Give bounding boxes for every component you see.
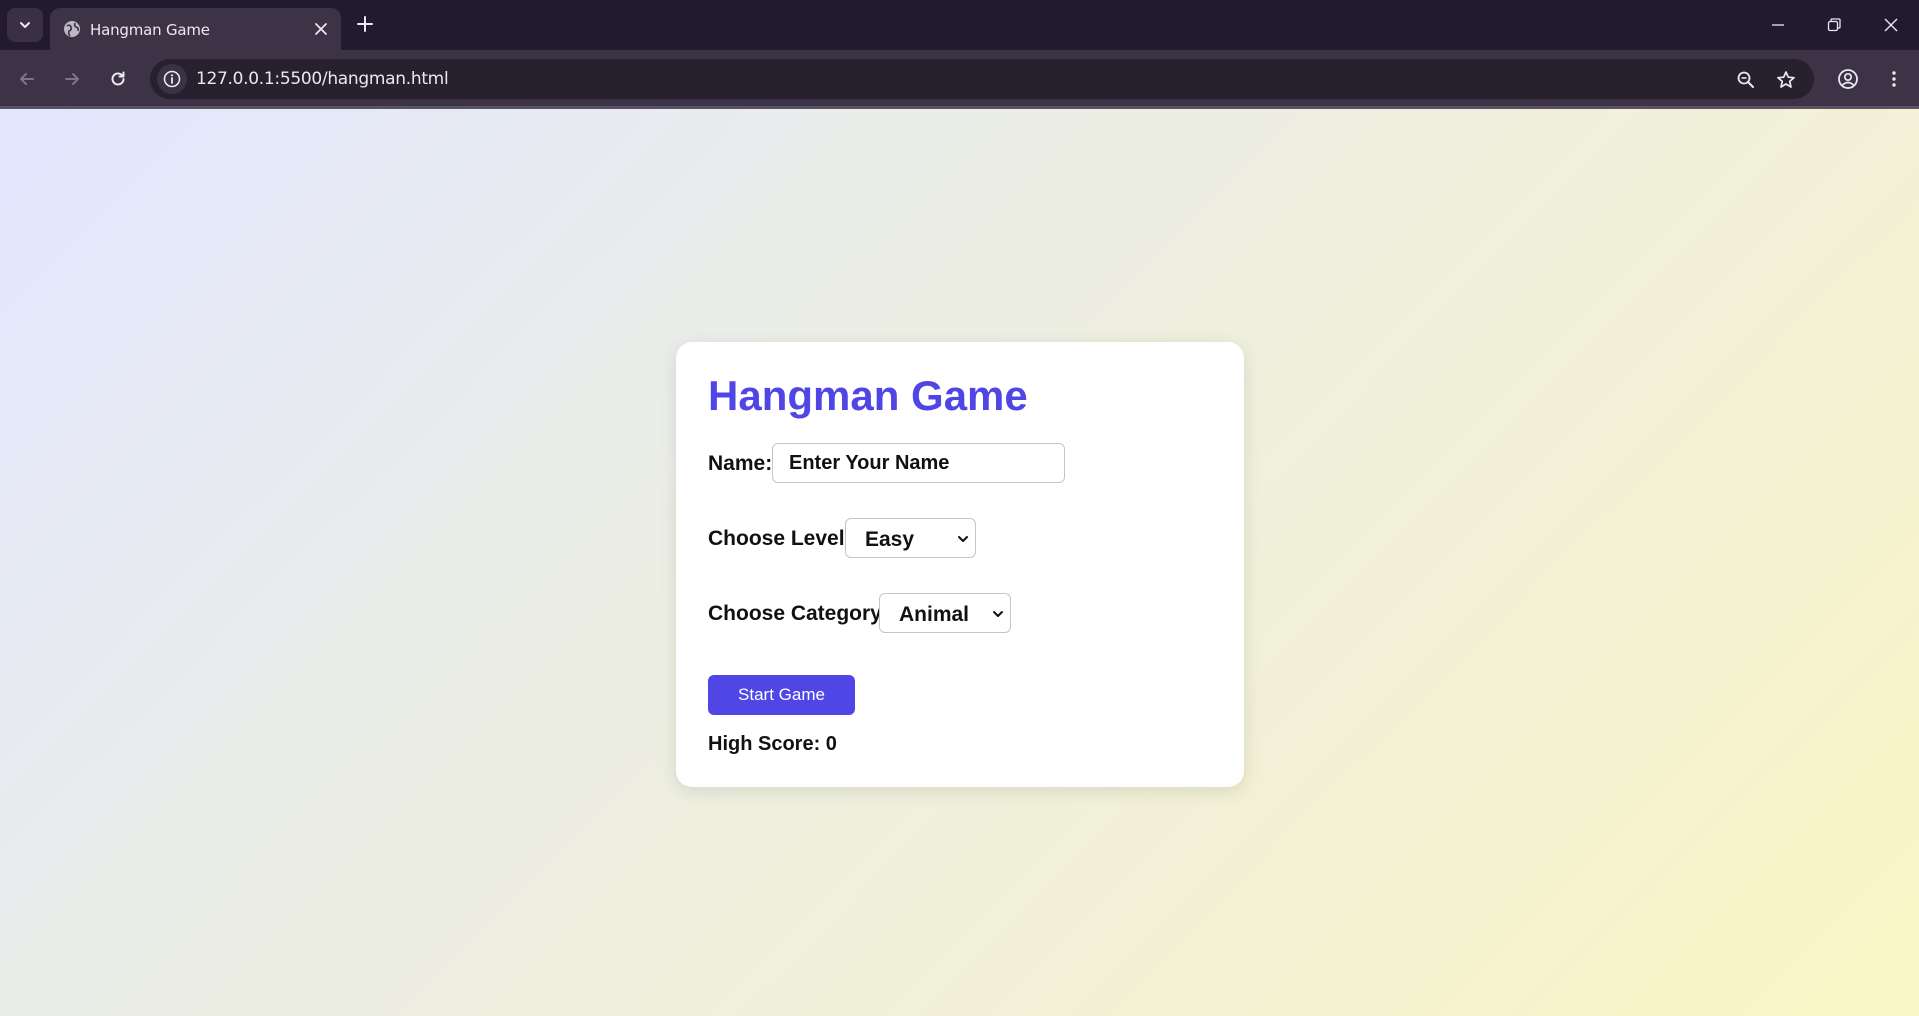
restore-button[interactable] (1821, 12, 1847, 38)
site-info-button[interactable] (157, 64, 187, 94)
browser-toolbar: 127.0.0.1:5500/hangman.html (0, 50, 1919, 108)
tab-search-button[interactable] (7, 8, 43, 42)
account-icon (1838, 69, 1858, 89)
browser-tabstrip: Hangman Game (0, 0, 1919, 50)
zoom-button[interactable] (1733, 67, 1759, 93)
name-input[interactable] (772, 443, 1065, 483)
start-game-button[interactable]: Start Game (708, 675, 855, 715)
menu-button[interactable] (1879, 64, 1909, 94)
chevron-down-icon (993, 611, 1003, 617)
arrow-right-icon (65, 73, 79, 85)
level-select[interactable]: Easy (845, 518, 976, 558)
minimize-button[interactable] (1765, 12, 1791, 38)
arrow-left-icon (20, 73, 34, 85)
address-bar[interactable]: 127.0.0.1:5500/hangman.html (150, 59, 1814, 99)
category-label: Choose Category: (708, 602, 889, 625)
level-selected-value: Easy (865, 528, 915, 551)
close-tab-icon[interactable] (311, 19, 331, 39)
zoom-out-icon (1737, 71, 1754, 88)
reload-icon (111, 71, 125, 86)
info-icon (163, 70, 181, 88)
bookmark-button[interactable] (1773, 67, 1799, 93)
chevron-down-icon (958, 536, 968, 542)
name-label: Name: (708, 452, 773, 475)
game-card: Hangman Game Name: Choose Level: Easy Ch… (676, 342, 1244, 787)
more-vertical-icon (1892, 71, 1896, 87)
category-select[interactable]: Animal (879, 593, 1011, 633)
level-label: Choose Level: (708, 527, 852, 550)
url-text[interactable]: 127.0.0.1:5500/hangman.html (196, 69, 449, 89)
close-icon (1884, 18, 1898, 32)
close-window-button[interactable] (1878, 12, 1904, 38)
star-icon (1777, 71, 1795, 88)
globe-icon (64, 21, 80, 37)
back-button[interactable] (12, 64, 42, 94)
restore-icon (1827, 18, 1841, 32)
category-selected-value: Animal (899, 603, 970, 626)
minimize-icon (1772, 24, 1784, 26)
page-title: Hangman Game (708, 372, 1028, 419)
chevron-down-icon (20, 22, 30, 28)
page-viewport: Hangman Game Name: Choose Level: Easy Ch… (0, 109, 1919, 1016)
high-score-text: High Score: 0 (708, 733, 837, 755)
profile-button[interactable] (1833, 64, 1863, 94)
tab-title: Hangman Game (90, 21, 210, 39)
reload-button[interactable] (103, 64, 133, 94)
forward-button[interactable] (57, 64, 87, 94)
new-tab-icon[interactable] (354, 13, 376, 35)
browser-tab-active[interactable]: Hangman Game (50, 8, 341, 50)
